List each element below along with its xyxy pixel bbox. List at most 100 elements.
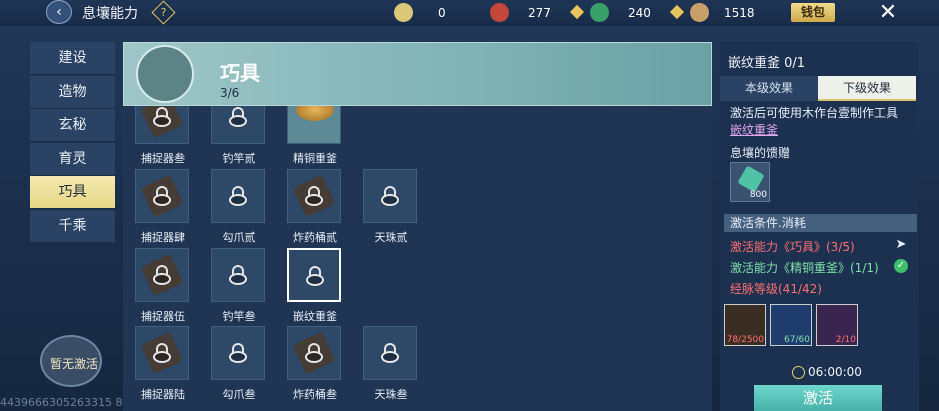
top-bar: ‹ 息壤能力 ? 0 277 240 1518 钱包 ✕ — [0, 0, 939, 26]
nav-item-xuanmi[interactable]: 玄秘 — [30, 109, 115, 143]
cost-count: 78/2500 — [726, 335, 764, 345]
ability-panel: 巧具 3/6 捕捉器叁 钓竿贰 精铜重釜 捕捉器肆 勾爪贰 炸药桶贰 天珠贰 捕… — [123, 42, 712, 411]
ability-tile — [135, 106, 189, 144]
ability-label: 嵌纹重釜 — [293, 310, 337, 323]
page-title: 息壤能力 — [82, 6, 138, 22]
timer: 06:00:00 — [808, 365, 862, 379]
ability-cell[interactable]: 勾爪贰 — [199, 169, 279, 247]
ability-cell[interactable]: 炸药桶叁 — [275, 326, 355, 404]
wallet-button[interactable]: 钱包 — [791, 3, 835, 22]
category-count: 3/6 — [220, 86, 240, 100]
lock-icon — [306, 266, 324, 286]
detail-title: 嵌纹重釜 0/1 — [728, 56, 806, 71]
ability-tile — [211, 106, 265, 144]
lock-icon — [153, 265, 171, 285]
player-id: 4439666305263315 8 — [0, 396, 123, 409]
copper-coin-icon — [490, 3, 509, 22]
ability-tile — [363, 326, 417, 380]
cost-item[interactable]: 2/10 — [816, 304, 858, 346]
seed-icon — [690, 3, 709, 22]
cost-item[interactable]: 67/60 — [770, 304, 812, 346]
ability-label: 勾爪贰 — [222, 231, 256, 244]
tab-current-effect[interactable]: 本级效果 — [720, 76, 818, 101]
condition-row: 激活能力《精铜重釜》(1/1) — [730, 261, 879, 275]
ability-cell[interactable]: 天珠贰 — [351, 169, 431, 247]
check-icon: ✓ — [894, 259, 908, 273]
ability-tile — [135, 248, 189, 302]
ability-label: 天珠叁 — [374, 388, 408, 401]
clock-icon — [792, 366, 805, 379]
lock-icon — [153, 186, 171, 206]
ability-label: 天珠贰 — [374, 231, 408, 244]
gift-count: 800 — [749, 190, 767, 200]
lock-icon — [229, 265, 247, 285]
nav-item-yuling[interactable]: 育灵 — [30, 142, 115, 176]
resource-jade-coin: 0 — [390, 2, 450, 24]
ability-tile — [287, 169, 341, 223]
ability-tile — [287, 326, 341, 380]
ability-tile — [135, 326, 189, 380]
resource-value: 240 — [628, 6, 651, 20]
resource-jade-ring: 240 — [566, 2, 656, 24]
condition-header: 激活条件.消耗 — [724, 214, 917, 232]
ability-tile — [135, 169, 189, 223]
nav-item-qiansheng[interactable]: 千乘 — [30, 209, 115, 243]
ability-cell[interactable]: 精铜重釜 — [275, 106, 355, 168]
add-icon[interactable] — [669, 4, 685, 20]
ability-label: 捕捉器伍 — [141, 310, 185, 323]
gift-item[interactable]: 800 — [730, 162, 770, 202]
cost-count: 2/10 — [835, 335, 856, 345]
ability-cell[interactable]: 捕捉器陆 — [123, 326, 203, 404]
ability-label: 勾爪叁 — [222, 388, 256, 401]
lock-icon — [153, 107, 171, 127]
resource-value: 1518 — [724, 6, 755, 20]
nav-item-zaowu[interactable]: 造物 — [30, 75, 115, 109]
ability-tile — [287, 248, 341, 302]
category-title: 巧具 — [220, 61, 260, 85]
close-icon[interactable]: ✕ — [873, 0, 903, 27]
ability-tile — [211, 326, 265, 380]
lock-icon — [153, 343, 171, 363]
tool-category-icon — [136, 45, 194, 103]
item-link[interactable]: 嵌纹重釜 — [730, 121, 778, 138]
resource-copper-coin: 277 — [490, 2, 560, 24]
ability-label: 捕捉器叁 — [141, 152, 185, 165]
condition-row: 激活能力《巧具》(3/5) — [730, 240, 855, 254]
ability-cell[interactable]: 天珠叁 — [351, 326, 431, 404]
add-icon[interactable] — [569, 4, 585, 20]
ability-cell[interactable]: 炸药桶贰 — [275, 169, 355, 247]
condition-row: 经脉等级(41/42) — [730, 282, 822, 296]
help-icon[interactable]: ? — [151, 0, 176, 25]
ability-cell[interactable]: 钓竿叁 — [199, 248, 279, 326]
ability-label: 炸药桶叁 — [293, 388, 337, 401]
no-activate-badge[interactable]: 暂无激活 — [40, 335, 102, 387]
resource-seed: 1518 — [666, 2, 766, 24]
ability-label: 钓竿叁 — [222, 310, 256, 323]
lock-icon — [305, 343, 323, 363]
tab-next-effect[interactable]: 下级效果 — [818, 76, 916, 101]
nav-item-jianshe[interactable]: 建设 — [30, 42, 115, 75]
cost-count: 67/60 — [784, 335, 810, 345]
lock-icon — [305, 186, 323, 206]
ability-cell[interactable]: 捕捉器叁 — [123, 106, 203, 168]
cauldron-icon — [296, 106, 334, 121]
effect-description: 激活后可使用木作台壹制作工具 — [730, 106, 899, 120]
jade-coin-icon — [394, 3, 413, 22]
effect-tabs: 本级效果 下级效果 — [720, 76, 917, 101]
cost-item[interactable]: 78/2500 — [724, 304, 766, 346]
back-button[interactable]: ‹ — [46, 0, 72, 24]
no-activate-label: 暂无激活 — [49, 357, 98, 371]
ability-cell[interactable]: 捕捉器肆 — [123, 169, 203, 247]
ability-cell[interactable]: 钓竿贰 — [199, 106, 279, 168]
ability-cell[interactable]: 捕捉器伍 — [123, 248, 203, 326]
lock-icon — [381, 343, 399, 363]
lock-icon — [381, 186, 399, 206]
activate-button[interactable]: 激活 — [754, 385, 882, 411]
ability-cell-selected[interactable]: 嵌纹重釜 — [275, 248, 355, 326]
ability-tile — [211, 248, 265, 302]
ability-cell[interactable]: 勾爪叁 — [199, 326, 279, 404]
nav-item-qiaoju[interactable]: 巧具 — [30, 176, 115, 210]
goto-icon[interactable]: ➤ — [894, 238, 908, 252]
ability-label: 捕捉器陆 — [141, 388, 185, 401]
resource-value: 277 — [528, 6, 551, 20]
